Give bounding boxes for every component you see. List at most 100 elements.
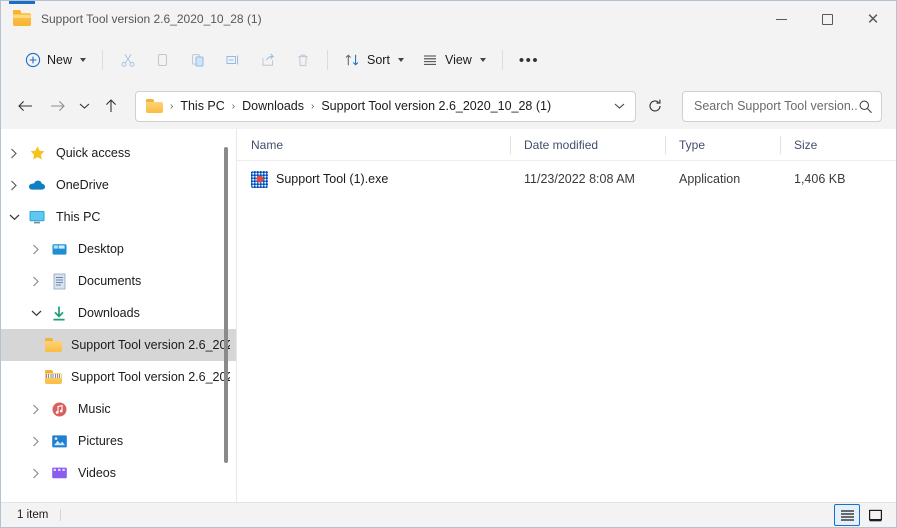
active-tab-accent: [9, 1, 35, 4]
chevron-down-icon: [80, 58, 87, 62]
copy-icon: [154, 52, 171, 69]
details-view-icon: [840, 509, 854, 521]
rename-button[interactable]: [215, 44, 250, 76]
view-button[interactable]: View: [413, 44, 495, 76]
new-button[interactable]: New: [15, 44, 95, 76]
sidebar-item-label: Support Tool version 2.6_202: [71, 338, 230, 352]
close-button[interactable]: ✕: [850, 1, 896, 37]
cloud-icon: [27, 175, 47, 195]
sidebar-item-support-tool-zip[interactable]: Support Tool version 2.6_202: [1, 361, 236, 393]
large-icons-view-button[interactable]: [862, 504, 888, 526]
chevron-down-icon[interactable]: [23, 297, 49, 329]
star-icon: [27, 143, 47, 163]
title-bar[interactable]: Support Tool version 2.6_2020_10_28 (1) …: [1, 1, 896, 37]
view-mode-toggles: [834, 504, 888, 526]
sidebar-item-label: Music: [78, 402, 111, 416]
cut-button[interactable]: [110, 44, 145, 76]
sort-button[interactable]: Sort: [335, 44, 413, 76]
scissors-icon: [119, 52, 136, 69]
chevron-down-icon[interactable]: [1, 201, 27, 233]
breadcrumb-dropdown-button[interactable]: [607, 93, 631, 120]
delete-button[interactable]: [285, 44, 320, 76]
item-count-label: 1 item: [17, 509, 62, 521]
breadcrumb-item-current-folder[interactable]: Support Tool version 2.6_2020_10_28 (1): [321, 99, 551, 113]
share-button[interactable]: [250, 44, 285, 76]
table-row[interactable]: Support Tool (1).exe 11/23/2022 8:08 AM …: [237, 165, 896, 193]
forward-button[interactable]: [41, 91, 73, 121]
address-bar: › This PC › Downloads › Support Tool ver…: [1, 83, 896, 129]
share-icon: [259, 52, 276, 69]
up-button[interactable]: [95, 91, 127, 121]
chevron-right-icon[interactable]: [1, 137, 27, 169]
refresh-button[interactable]: [640, 91, 670, 121]
clipboard-icon: [189, 52, 206, 69]
close-icon: ✕: [866, 9, 880, 28]
sidebar-item-support-tool-folder[interactable]: Support Tool version 2.6_202: [1, 329, 236, 361]
chevron-right-icon[interactable]: [23, 425, 49, 457]
zipped-folder-icon: [45, 370, 62, 384]
maximize-button[interactable]: [804, 1, 850, 37]
chevron-down-icon: [614, 103, 624, 109]
chevron-right-icon[interactable]: [23, 457, 49, 489]
sidebar-item-pictures[interactable]: Pictures: [1, 425, 236, 457]
sidebar-item-label: This PC: [56, 210, 101, 224]
plus-circle-icon: [24, 52, 41, 69]
application-exe-icon: [251, 170, 268, 188]
folder-icon: [146, 99, 163, 113]
details-view-button[interactable]: [834, 504, 860, 526]
breadcrumb-separator: ›: [170, 100, 174, 112]
column-header-size[interactable]: Size: [780, 129, 860, 161]
back-button[interactable]: [9, 91, 41, 121]
monitor-icon: [27, 207, 47, 227]
sidebar-item-music[interactable]: Music: [1, 393, 236, 425]
sidebar-item-videos[interactable]: Videos: [1, 457, 236, 489]
sidebar-scrollbar-thumb[interactable]: [224, 147, 228, 463]
search-input[interactable]: [694, 99, 858, 113]
sidebar-item-label: Downloads: [78, 306, 140, 320]
breadcrumb-item-downloads[interactable]: Downloads: [242, 99, 304, 113]
file-date-cell: 11/23/2022 8:08 AM: [524, 172, 635, 186]
sidebar-item-onedrive[interactable]: OneDrive: [1, 169, 236, 201]
paste-button[interactable]: [180, 44, 215, 76]
search-icon: [859, 100, 872, 113]
column-header-label: Date modified: [524, 137, 599, 152]
chevron-right-icon[interactable]: [23, 393, 49, 425]
recent-locations-button[interactable]: [73, 91, 95, 121]
breadcrumb-item-this-pc[interactable]: This PC: [180, 99, 224, 113]
toolbar-divider: [327, 50, 329, 70]
breadcrumb[interactable]: › This PC › Downloads › Support Tool ver…: [135, 90, 636, 122]
more-ellipsis-icon: •••: [518, 51, 540, 69]
file-type-cell: Application: [679, 172, 741, 186]
command-toolbar: New Sort View •••: [1, 37, 896, 83]
window-title: Support Tool version 2.6_2020_10_28 (1): [41, 12, 262, 26]
rename-icon: [224, 52, 241, 69]
document-icon: [49, 271, 69, 291]
minimize-button[interactable]: [758, 1, 804, 37]
column-header-name[interactable]: Name: [237, 129, 510, 161]
chevron-right-icon[interactable]: [23, 233, 49, 265]
more-options-button[interactable]: •••: [510, 44, 548, 76]
sidebar-scrollbar[interactable]: [220, 129, 232, 502]
file-list-pane: Name Date modified Type Size Support Too…: [237, 129, 896, 502]
chevron-right-icon[interactable]: [23, 265, 49, 297]
sidebar-item-label: OneDrive: [56, 178, 109, 192]
column-header-date-modified[interactable]: Date modified: [510, 129, 665, 161]
minimize-icon: [775, 18, 787, 20]
sidebar-item-documents[interactable]: Documents: [1, 265, 236, 297]
video-icon: [49, 463, 69, 483]
toolbar-divider: [102, 50, 104, 70]
column-header-type[interactable]: Type: [665, 129, 780, 161]
copy-button[interactable]: [145, 44, 180, 76]
sidebar-item-this-pc[interactable]: This PC: [1, 201, 236, 233]
new-label: New: [47, 53, 73, 67]
file-name-cell: Support Tool (1).exe: [237, 165, 510, 193]
chevron-right-icon[interactable]: [1, 169, 27, 201]
search-box[interactable]: [682, 90, 882, 122]
sidebar-item-label: Quick access: [56, 146, 131, 160]
column-header-label: Size: [794, 137, 818, 152]
sidebar-item-desktop[interactable]: Desktop: [1, 233, 236, 265]
maximize-icon: [821, 13, 833, 25]
sidebar-item-downloads[interactable]: Downloads: [1, 297, 236, 329]
sidebar-item-quick-access[interactable]: Quick access: [1, 137, 236, 169]
breadcrumb-separator: ›: [231, 100, 236, 112]
